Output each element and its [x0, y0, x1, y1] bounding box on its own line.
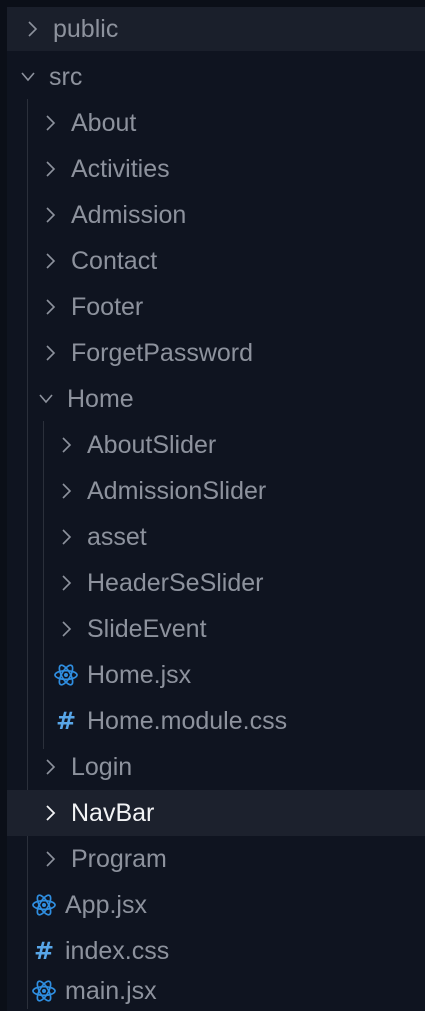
- chevron-right-icon: [43, 204, 59, 226]
- tree-item-label: Admission: [71, 200, 187, 229]
- chevron-right-icon: [43, 756, 59, 778]
- tree-item-label: ForgetPassword: [71, 338, 254, 367]
- tree-item-label: App.jsx: [65, 890, 147, 919]
- chevron-right-icon: [59, 434, 75, 456]
- chevron-right-icon: [25, 18, 41, 40]
- tree-item-label: Contact: [71, 246, 158, 275]
- tree-item-login[interactable]: Login: [7, 744, 425, 790]
- tree-item-about[interactable]: About: [7, 100, 425, 146]
- react-icon: [31, 892, 57, 918]
- chevron-right-icon: [59, 480, 75, 502]
- tree-item-app-jsx[interactable]: App.jsx: [7, 882, 425, 928]
- chevron-right-icon: [43, 802, 59, 824]
- tree-item-public[interactable]: public: [7, 7, 425, 51]
- tree-item-activities[interactable]: Activities: [7, 146, 425, 192]
- tree-item-label: Home: [67, 384, 134, 413]
- tree-item-label: Home.module.css: [87, 706, 288, 735]
- tree-item-src[interactable]: src: [7, 54, 425, 100]
- tree-item-label: src: [49, 62, 83, 91]
- tree-item-label: Home.jsx: [87, 660, 192, 689]
- tree-item-slide-event[interactable]: SlideEvent: [7, 606, 425, 652]
- tree-item-label: SlideEvent: [87, 614, 207, 643]
- tree-item-label: asset: [87, 522, 147, 551]
- tree-item-admission-slider[interactable]: AdmissionSlider: [7, 468, 425, 514]
- tree-item-label: Program: [71, 844, 167, 873]
- tree-item-navbar[interactable]: NavBar: [7, 790, 425, 836]
- tree-item-label: AboutSlider: [87, 430, 217, 459]
- tree-item-label: index.css: [65, 936, 170, 965]
- chevron-right-icon: [43, 112, 59, 134]
- tree-item-label: Activities: [71, 154, 170, 183]
- chevron-right-icon: [43, 296, 59, 318]
- file-explorer: public src About Activities Admission Co…: [7, 7, 425, 1011]
- tree-item-label: HeaderSeSlider: [87, 568, 264, 597]
- tree-item-label: About: [71, 108, 137, 137]
- tree-item-home-jsx[interactable]: Home.jsx: [7, 652, 425, 698]
- tree-item-forget-password[interactable]: ForgetPassword: [7, 330, 425, 376]
- tree-item-program[interactable]: Program: [7, 836, 425, 882]
- chevron-down-icon: [19, 66, 37, 88]
- css-hash-icon: #: [55, 707, 77, 735]
- tree-item-label: public: [53, 14, 119, 43]
- chevron-right-icon: [43, 158, 59, 180]
- tree-item-label: main.jsx: [65, 976, 157, 1005]
- tree-item-label: AdmissionSlider: [87, 476, 267, 505]
- chevron-down-icon: [37, 388, 55, 410]
- tree-item-label: NavBar: [71, 798, 155, 827]
- chevron-right-icon: [59, 572, 75, 594]
- chevron-right-icon: [43, 848, 59, 870]
- chevron-right-icon: [43, 342, 59, 364]
- tree-item-label: Footer: [71, 292, 144, 321]
- tree-item-label: Login: [71, 752, 133, 781]
- chevron-right-icon: [43, 250, 59, 272]
- react-icon: [53, 662, 79, 688]
- tree-item-main-jsx[interactable]: main.jsx: [7, 971, 425, 1011]
- tree-item-home[interactable]: Home: [7, 376, 425, 422]
- tree-item-about-slider[interactable]: AboutSlider: [7, 422, 425, 468]
- chevron-right-icon: [59, 618, 75, 640]
- tree-item-contact[interactable]: Contact: [7, 238, 425, 284]
- chevron-right-icon: [59, 526, 75, 548]
- react-icon: [31, 978, 57, 1004]
- css-hash-icon: #: [33, 937, 55, 965]
- tree-item-index-css[interactable]: # index.css: [7, 928, 425, 974]
- tree-item-header-se-slider[interactable]: HeaderSeSlider: [7, 560, 425, 606]
- tree-item-asset[interactable]: asset: [7, 514, 425, 560]
- tree-item-home-module-css[interactable]: # Home.module.css: [7, 698, 425, 744]
- tree-item-footer[interactable]: Footer: [7, 284, 425, 330]
- tree-item-admission[interactable]: Admission: [7, 192, 425, 238]
